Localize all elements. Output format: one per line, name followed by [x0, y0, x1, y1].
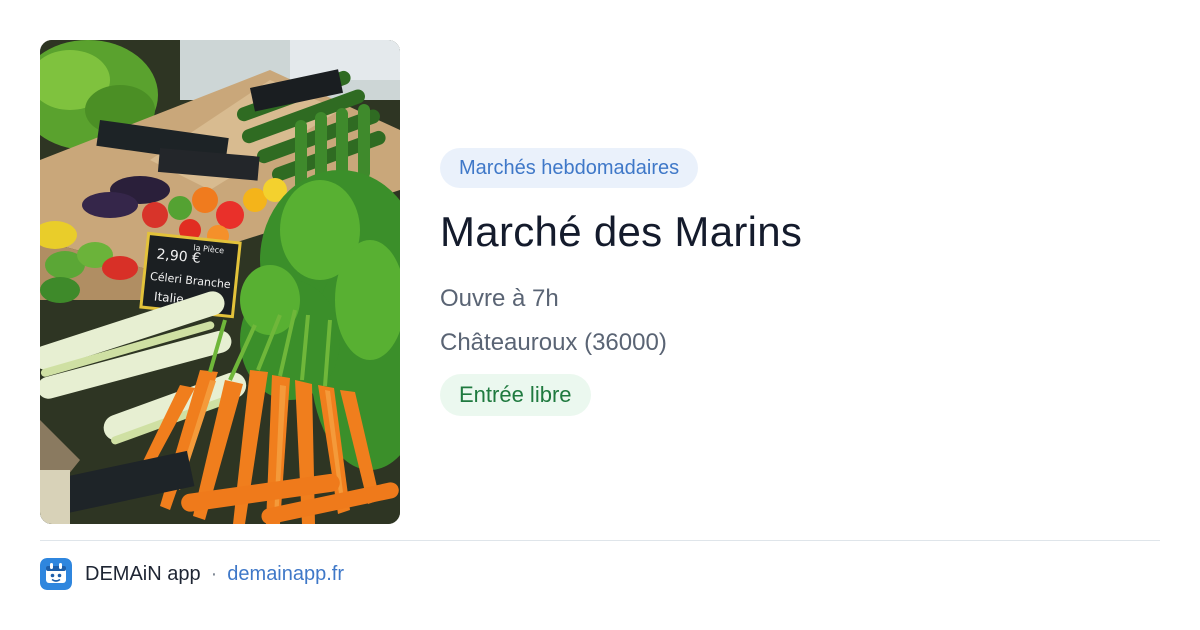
market-title: Marché des Marins: [440, 208, 803, 255]
location-text: Châteauroux (36000): [440, 329, 667, 356]
category-tag[interactable]: Marchés hebdomadaires: [440, 148, 699, 188]
app-logo-icon: [40, 558, 72, 590]
opening-hours: Ouvre à 7h: [440, 285, 559, 312]
vegetable-stall-image: 2,90 € Céleri Branche Italie la Pièce: [40, 40, 400, 524]
domain-link[interactable]: demainapp.fr: [227, 563, 344, 586]
footer-divider: [40, 540, 1160, 541]
entry-badge: Entrée libre: [440, 374, 591, 416]
footer: DEMAiN app · demainapp.fr: [40, 558, 344, 590]
market-photo: 2,90 € Céleri Branche Italie la Pièce: [40, 40, 400, 524]
app-name: DEMAiN app: [85, 562, 201, 585]
footer-separator: ·: [210, 562, 218, 585]
